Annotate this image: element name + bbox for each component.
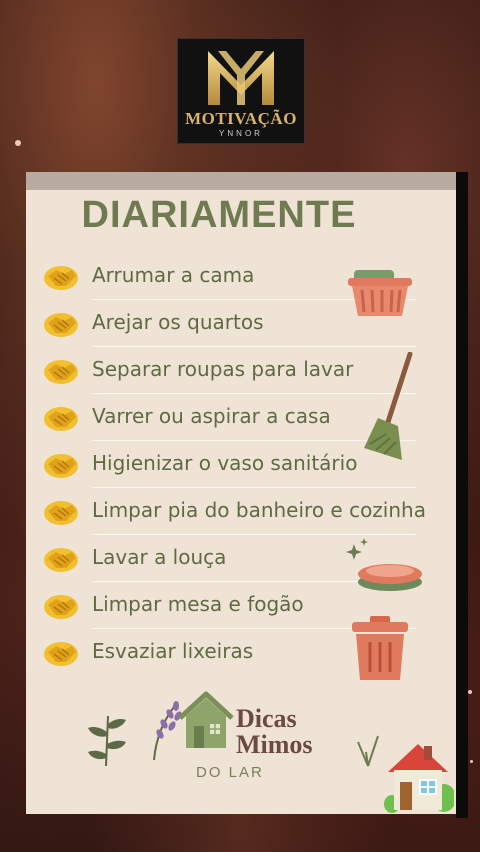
task-label: Limpar pia do banheiro e cozinha [92, 498, 426, 522]
card-shadow [456, 172, 468, 818]
sprig-icon [357, 735, 379, 767]
handshake-icon [44, 313, 78, 337]
brand-name: MOTIVAÇÃO [185, 109, 297, 128]
handshake-icon [44, 642, 78, 666]
bokeh-dot [470, 760, 473, 763]
task-label: Limpar mesa e fogão [92, 592, 304, 616]
handshake-icon [44, 407, 78, 431]
card-title: DIARIAMENTE [81, 194, 357, 236]
task-label: Higienizar o vaso sanitário [92, 451, 358, 475]
footer-brand-line1: Dicas [236, 704, 297, 733]
task-divider [92, 487, 416, 488]
handshake-icon [44, 454, 78, 478]
handshake-icon [44, 501, 78, 525]
task-label: Separar roupas para lavar [92, 357, 354, 381]
plates-sparkle-icon [346, 538, 422, 591]
task-label: Lavar a louça [92, 545, 227, 569]
card-top-bar [26, 172, 456, 190]
bokeh-dot [15, 140, 21, 146]
bokeh-dot [468, 690, 472, 694]
task-item: Limpar pia do banheiro e cozinha [26, 489, 456, 535]
footer-brand: Dicas Mimos DO LAR [196, 704, 313, 782]
broom-icon [364, 352, 413, 460]
house-icon [178, 691, 234, 748]
footer-brand-line2: Mimos [236, 730, 313, 759]
monogram-icon [208, 51, 274, 105]
house-emoji-icon [384, 744, 454, 813]
handshake-icon [44, 266, 78, 290]
laundry-basket-icon [348, 270, 412, 316]
brand-logo: MOTIVAÇÃO YNNOR [177, 38, 305, 144]
brand-subtitle: YNNOR [219, 129, 263, 138]
footer-brand-sub: DO LAR [196, 764, 264, 781]
task-label: Arejar os quartos [92, 310, 264, 334]
handshake-icon [44, 595, 78, 619]
leaf-sprig-icon [88, 715, 126, 767]
task-label: Arrumar a cama [92, 263, 255, 287]
checklist-card: DIARIAMENTE Arrumar a cama Arejar os qua… [26, 172, 456, 814]
task-divider [92, 346, 416, 347]
trash-bin-icon [352, 616, 408, 680]
handshake-icon [44, 548, 78, 572]
task-label: Varrer ou aspirar a casa [92, 404, 331, 428]
task-label: Esvaziar lixeiras [92, 639, 254, 663]
task-divider [92, 534, 416, 535]
handshake-icon [44, 360, 78, 384]
